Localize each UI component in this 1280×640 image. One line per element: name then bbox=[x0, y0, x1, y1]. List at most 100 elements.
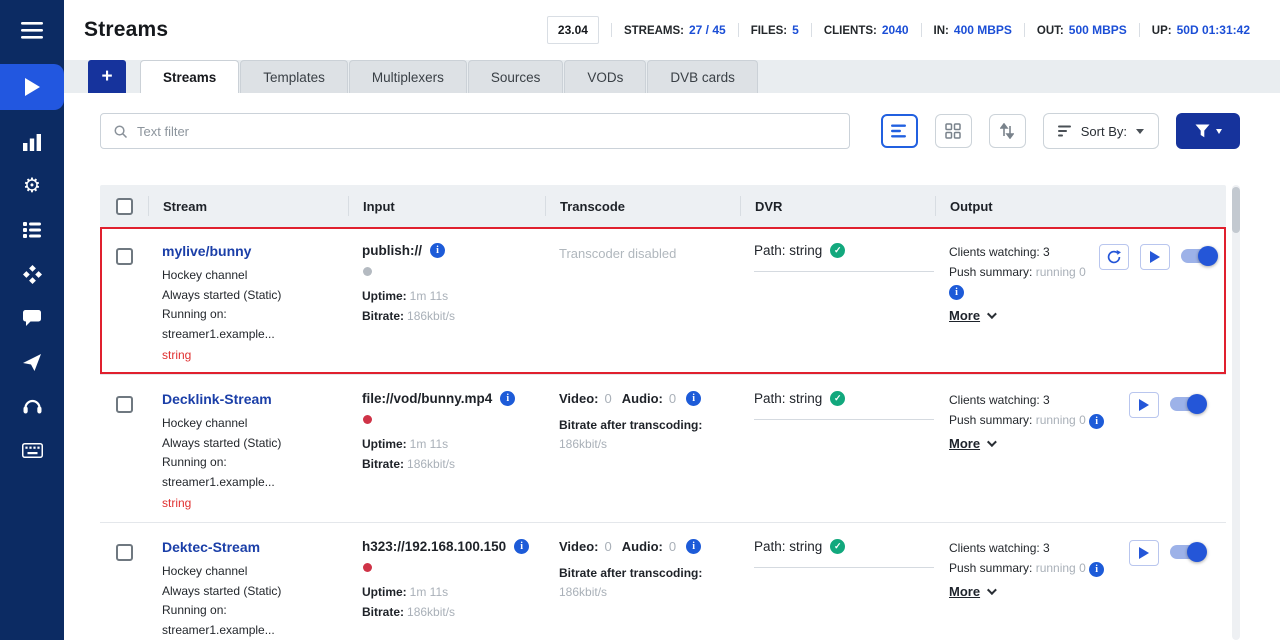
input-cell: h323://192.168.100.150 Uptime:1m 11s Bit… bbox=[348, 539, 545, 640]
sidebar-item-push[interactable] bbox=[0, 340, 64, 384]
bitrate-after-value: 186kbit/s bbox=[559, 583, 726, 602]
column-header-stream: Stream bbox=[148, 196, 348, 216]
sidebar-item-streams-player[interactable] bbox=[0, 64, 64, 110]
refresh-icon bbox=[1106, 249, 1122, 265]
stream-running-on: Running on: streamer1.example... bbox=[162, 305, 334, 344]
stat-clients: CLIENTS:2040 bbox=[811, 23, 921, 37]
text-filter-input[interactable] bbox=[137, 124, 837, 139]
reorder-button[interactable] bbox=[989, 114, 1026, 148]
stream-name-link[interactable]: Dektec-Stream bbox=[162, 539, 260, 555]
check-icon bbox=[830, 539, 845, 554]
enable-toggle[interactable] bbox=[1170, 545, 1204, 559]
info-icon[interactable] bbox=[1089, 414, 1104, 429]
transcoder-disabled-text: Transcoder disabled bbox=[559, 243, 726, 261]
tab-multiplexers[interactable]: Multiplexers bbox=[349, 60, 467, 93]
restart-button[interactable] bbox=[1099, 244, 1129, 270]
play-button[interactable] bbox=[1129, 540, 1159, 566]
stream-name-link[interactable]: mylive/bunny bbox=[162, 243, 251, 259]
clients-watching: Clients watching: 3 bbox=[949, 539, 1127, 559]
play-icon bbox=[25, 78, 40, 96]
status-dot bbox=[363, 415, 372, 424]
hamburger-menu-icon[interactable] bbox=[0, 0, 64, 60]
list-view-button[interactable] bbox=[881, 114, 918, 148]
row-checkbox[interactable] bbox=[116, 248, 133, 265]
sidebar-item-statistics[interactable] bbox=[0, 120, 64, 164]
info-icon[interactable] bbox=[949, 285, 964, 300]
status-dot bbox=[363, 563, 372, 572]
tab-bar: Streams Templates Multiplexers Sources V… bbox=[64, 60, 1280, 93]
info-icon[interactable] bbox=[430, 243, 445, 258]
push-summary: Push summary: running 0 bbox=[949, 411, 1127, 431]
bitrate-value: 186kbit/s bbox=[407, 457, 455, 471]
stream-cell: mylive/bunny Hockey channel Always start… bbox=[148, 243, 348, 362]
stream-description: Hockey channel bbox=[162, 266, 334, 286]
list-view-icon bbox=[891, 124, 907, 138]
info-icon[interactable] bbox=[686, 539, 701, 554]
chevron-down-icon bbox=[1216, 129, 1222, 134]
info-icon[interactable] bbox=[1089, 562, 1104, 577]
stream-start-mode: Always started (Static) bbox=[162, 582, 334, 602]
tab-streams[interactable]: Streams bbox=[140, 60, 239, 93]
info-icon[interactable] bbox=[514, 539, 529, 554]
grid-view-button[interactable] bbox=[935, 114, 972, 148]
tab-templates[interactable]: Templates bbox=[240, 60, 348, 93]
stream-name-link[interactable]: Decklink-Stream bbox=[162, 391, 272, 407]
bar-chart-icon bbox=[23, 134, 41, 151]
uptime-value: 1m 11s bbox=[410, 585, 448, 599]
table-row: mylive/bunny Hockey channel Always start… bbox=[100, 227, 1226, 375]
page-title: Streams bbox=[84, 18, 168, 42]
uptime-value: 1m 11s bbox=[410, 437, 448, 451]
stream-start-mode: Always started (Static) bbox=[162, 286, 334, 306]
sidebar-item-chat[interactable] bbox=[0, 296, 64, 340]
select-all-checkbox[interactable] bbox=[116, 198, 133, 215]
enable-toggle[interactable] bbox=[1181, 249, 1215, 263]
sort-by-dropdown[interactable]: Sort By: bbox=[1043, 113, 1159, 149]
more-link[interactable]: More bbox=[949, 306, 994, 326]
bitrate-value: 186kbit/s bbox=[407, 309, 455, 323]
row-checkbox[interactable] bbox=[116, 544, 133, 561]
server-version: 23.04 bbox=[547, 16, 599, 44]
tab-sources[interactable]: Sources bbox=[468, 60, 564, 93]
bitrate-after-value: 186kbit/s bbox=[559, 435, 726, 454]
info-icon[interactable] bbox=[500, 391, 515, 406]
bitrate-after-label: Bitrate after transcoding: bbox=[559, 564, 726, 583]
sidebar-item-keyboard[interactable] bbox=[0, 428, 64, 472]
sidebar-item-modules[interactable] bbox=[0, 252, 64, 296]
info-icon[interactable] bbox=[686, 391, 701, 406]
tab-dvb-cards[interactable]: DVB cards bbox=[647, 60, 758, 93]
headphones-icon bbox=[23, 398, 42, 414]
stat-streams: STREAMS:27 / 45 bbox=[611, 23, 738, 37]
add-stream-button[interactable] bbox=[88, 60, 126, 93]
more-link[interactable]: More bbox=[949, 434, 994, 454]
check-icon bbox=[830, 391, 845, 406]
content-area: Sort By: Stream Input Transcode DVR bbox=[64, 93, 1280, 640]
tab-vods[interactable]: VODs bbox=[564, 60, 646, 93]
stat-uptime: UP:50D 01:31:42 bbox=[1139, 23, 1262, 37]
main-panel: Streams 23.04 STREAMS:27 / 45 FILES:5 CL… bbox=[64, 0, 1280, 640]
keyboard-icon bbox=[22, 443, 43, 458]
table-row: Dektec-Stream Hockey channel Always star… bbox=[100, 523, 1226, 640]
dvr-path: Path: string bbox=[754, 539, 822, 554]
push-summary: Push summary: running 0 bbox=[949, 263, 1099, 302]
sort-icon bbox=[1058, 125, 1072, 137]
stream-cell: Decklink-Stream Hockey channel Always st… bbox=[148, 391, 348, 510]
play-button[interactable] bbox=[1129, 392, 1159, 418]
chevron-down-icon bbox=[987, 585, 997, 595]
sidebar-item-support[interactable] bbox=[0, 384, 64, 428]
divider bbox=[754, 567, 934, 568]
play-icon bbox=[1139, 399, 1149, 411]
play-button[interactable] bbox=[1140, 244, 1170, 270]
sidebar: ⚙ bbox=[0, 0, 64, 640]
column-header-output: Output bbox=[935, 196, 1226, 216]
enable-toggle[interactable] bbox=[1170, 397, 1204, 411]
more-link[interactable]: More bbox=[949, 582, 994, 602]
sidebar-item-channels[interactable] bbox=[0, 208, 64, 252]
scrollbar-thumb[interactable] bbox=[1232, 187, 1240, 233]
input-url: file://vod/bunny.mp4 bbox=[362, 391, 492, 406]
row-checkbox[interactable] bbox=[116, 396, 133, 413]
stream-description: Hockey channel bbox=[162, 414, 334, 434]
sidebar-item-settings[interactable]: ⚙ bbox=[0, 164, 64, 208]
search-box bbox=[100, 113, 850, 149]
filter-button[interactable] bbox=[1176, 113, 1240, 149]
stream-running-on: Running on: streamer1.example... bbox=[162, 601, 334, 640]
